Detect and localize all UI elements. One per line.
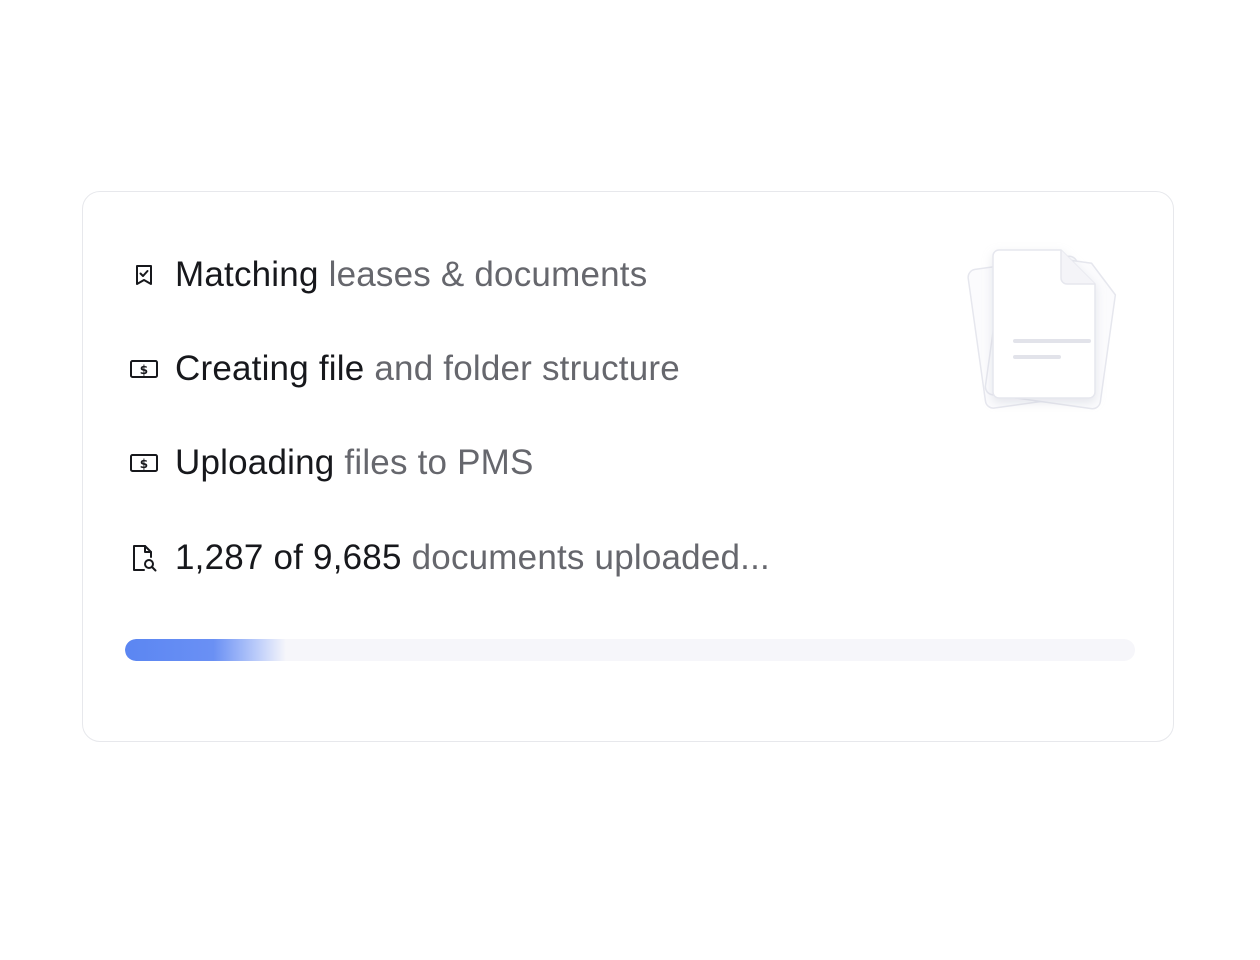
document-stack-icon	[963, 242, 1133, 412]
dollar-bill-icon: $	[127, 352, 161, 386]
svg-text:$: $	[140, 457, 149, 471]
document-search-icon	[127, 541, 161, 575]
step-matching: Matching leases & documents	[127, 253, 647, 297]
step-label-rest: and folder structure	[374, 349, 680, 388]
step-label-strong: Uploading	[175, 443, 335, 482]
upload-status-card: Matching leases & documents $ Creating f…	[82, 191, 1174, 742]
step-label-strong: Matching	[175, 255, 319, 294]
step-upload-count: 1,287 of 9,685 documents uploaded...	[127, 536, 770, 580]
step-creating-structure: $ Creating file and folder structure	[127, 347, 680, 391]
step-label-rest: leases & documents	[328, 255, 648, 294]
step-label-strong: Creating file	[175, 349, 365, 388]
bookmark-check-icon	[127, 258, 161, 292]
step-label-rest: documents uploaded...	[411, 538, 770, 577]
step-label-rest: files to PMS	[344, 443, 534, 482]
dollar-bill-icon: $	[127, 446, 161, 480]
upload-count: 1,287 of 9,685	[175, 538, 402, 577]
upload-progress-fill	[125, 639, 287, 661]
svg-text:$: $	[140, 363, 149, 377]
step-uploading: $ Uploading files to PMS	[127, 441, 534, 485]
upload-progress-bar	[125, 639, 1135, 661]
